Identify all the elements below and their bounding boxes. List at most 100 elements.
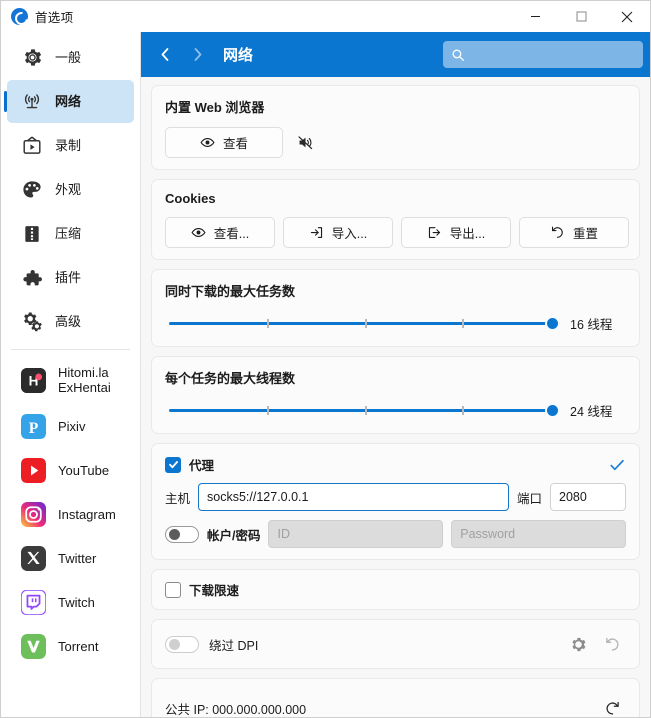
- speed-limit-card: 下载限速: [151, 569, 640, 610]
- host-input[interactable]: [198, 483, 509, 511]
- cookies-export-button[interactable]: 导出...: [401, 217, 511, 248]
- max-threads-slider-row: 24 线程: [165, 398, 626, 422]
- host-label: 主机: [165, 491, 191, 506]
- page-header: 网络: [141, 32, 650, 77]
- browser-view-label: 查看: [222, 137, 248, 151]
- auth-label: 帐户/密码: [207, 528, 261, 543]
- sidebar-item-label: 录制: [55, 137, 82, 153]
- cookies-card-actions: 查看... 导入... 导出... 重置: [165, 217, 629, 248]
- svg-text:P: P: [29, 420, 39, 437]
- cookies-import-label: 导入...: [331, 227, 368, 241]
- auth-toggle[interactable]: [165, 525, 199, 543]
- public-ip-text: 公共 IP: 000.000.000.000: [165, 702, 307, 717]
- sidebar-item-label: 一般: [55, 49, 82, 65]
- sidebar-item-label: 插件: [55, 269, 82, 285]
- sidebar-item-label: Torrent: [58, 638, 99, 654]
- sidebar: 一般 网络 录制 外观 压缩 插件 高级 H Hitomi.la ExHenta…: [1, 32, 141, 717]
- twitter-x-icon: [21, 546, 46, 571]
- dpi-toggle[interactable]: [165, 635, 199, 653]
- cookies-view-button[interactable]: 查看...: [165, 217, 275, 248]
- instagram-icon: [21, 502, 46, 527]
- max-threads-slider[interactable]: [169, 400, 560, 420]
- sidebar-item-pixiv[interactable]: P Pixiv: [7, 405, 134, 448]
- checkmark-icon[interactable]: [608, 456, 626, 474]
- max-tasks-title: 同时下载的最大任务数: [165, 284, 296, 299]
- dpi-reset-icon[interactable]: [598, 630, 626, 658]
- proxy-auth-row: 帐户/密码: [165, 520, 627, 548]
- sidebar-item-plugins[interactable]: 插件: [7, 256, 134, 299]
- cookies-reset-button[interactable]: 重置: [519, 217, 629, 248]
- sidebar-item-youtube[interactable]: YouTube: [7, 449, 134, 492]
- speaker-muted-icon[interactable]: [291, 129, 319, 157]
- port-input[interactable]: [550, 483, 626, 511]
- sidebar-item-twitter[interactable]: Twitter: [7, 537, 134, 580]
- dpi-settings-gear-icon[interactable]: [564, 630, 592, 658]
- settings-scroll-area[interactable]: 内置 Web 浏览器 查看 Cookies 查看... 导入... 导出... …: [141, 77, 650, 717]
- app-logo-icon: [11, 8, 28, 25]
- max-tasks-slider-row: 16 线程: [165, 311, 626, 335]
- sidebar-item-compression[interactable]: 压缩: [7, 212, 134, 255]
- forward-button[interactable]: [183, 40, 211, 70]
- sidebar-item-twitch[interactable]: Twitch: [7, 581, 134, 624]
- sidebar-item-general[interactable]: 一般: [7, 36, 134, 79]
- slider-tick: [364, 319, 367, 328]
- refresh-icon[interactable]: [598, 694, 626, 717]
- close-button[interactable]: [604, 1, 650, 32]
- proxy-password-input[interactable]: [451, 520, 627, 548]
- sidebar-item-instagram[interactable]: Instagram: [7, 493, 134, 536]
- twitch-icon: [21, 590, 46, 615]
- window-controls: [512, 1, 650, 32]
- cookies-reset-label: 重置: [572, 227, 598, 241]
- public-ip-card: 公共 IP: 000.000.000.000: [151, 678, 640, 717]
- browser-card-title: 内置 Web 浏览器: [165, 100, 265, 115]
- sidebar-item-label: 外观: [55, 181, 82, 197]
- sidebar-item-advanced[interactable]: 高级: [7, 300, 134, 343]
- proxy-header-row: 代理: [165, 455, 626, 474]
- proxy-id-input[interactable]: [268, 520, 444, 548]
- proxy-checkbox[interactable]: [165, 456, 181, 473]
- title-bar: 首选项: [1, 1, 650, 32]
- youtube-icon: [21, 458, 46, 483]
- speed-limit-row: 下载限速: [165, 580, 626, 599]
- cookies-view-label: 查看...: [213, 227, 250, 241]
- proxy-card: 代理 主机 端口 帐户/密码: [151, 443, 640, 560]
- max-threads-card: 每个任务的最大线程数 24 线程: [151, 356, 640, 434]
- search-input[interactable]: [471, 46, 635, 63]
- sidebar-item-hitomi[interactable]: H Hitomi.la ExHentai: [7, 356, 134, 404]
- sidebar-item-torrent[interactable]: Torrent: [7, 625, 134, 668]
- cookies-import-button[interactable]: 导入...: [283, 217, 393, 248]
- max-tasks-value: 16 线程: [570, 317, 613, 332]
- cookies-card-title: Cookies: [165, 191, 216, 206]
- maximize-button[interactable]: [558, 1, 604, 32]
- back-button[interactable]: [151, 40, 179, 70]
- slider-tick: [462, 319, 465, 328]
- sidebar-item-label: Pixiv: [58, 418, 86, 434]
- dpi-card: 绕过 DPI: [151, 619, 640, 669]
- sidebar-item-label: Twitch: [58, 594, 95, 610]
- browser-view-button[interactable]: 查看: [165, 127, 283, 158]
- sidebar-item-network[interactable]: 网络: [4, 80, 134, 123]
- max-tasks-slider[interactable]: [169, 313, 560, 333]
- eye-icon: [191, 225, 206, 240]
- sidebar-item-label: Instagram: [58, 506, 116, 522]
- title-bar-left: 首选项: [1, 7, 73, 26]
- sidebar-item-record[interactable]: 录制: [7, 124, 134, 167]
- public-ip-row: 公共 IP: 000.000.000.000: [165, 694, 626, 717]
- sidebar-divider: [11, 349, 130, 350]
- slider-thumb[interactable]: [545, 315, 560, 331]
- sidebar-item-appearance[interactable]: 外观: [7, 168, 134, 211]
- pixiv-icon: P: [21, 414, 46, 439]
- speed-limit-checkbox[interactable]: [165, 581, 181, 598]
- eye-icon: [200, 135, 215, 150]
- slider-thumb[interactable]: [545, 402, 560, 418]
- window-title: 首选项: [35, 11, 74, 25]
- network-icon: [21, 91, 43, 113]
- minimize-button[interactable]: [512, 1, 558, 32]
- search-box[interactable]: [443, 41, 643, 68]
- slider-tick: [364, 406, 367, 415]
- slider-tick: [462, 406, 465, 415]
- sidebar-item-label: Hitomi.la ExHentai: [58, 364, 111, 395]
- sidebar-item-label: 网络: [55, 93, 82, 109]
- sidebar-item-label: 压缩: [55, 225, 82, 241]
- main-panel: 网络 内置 Web 浏览器 查看 Cookies 查看... 导入... 导出.…: [141, 32, 650, 717]
